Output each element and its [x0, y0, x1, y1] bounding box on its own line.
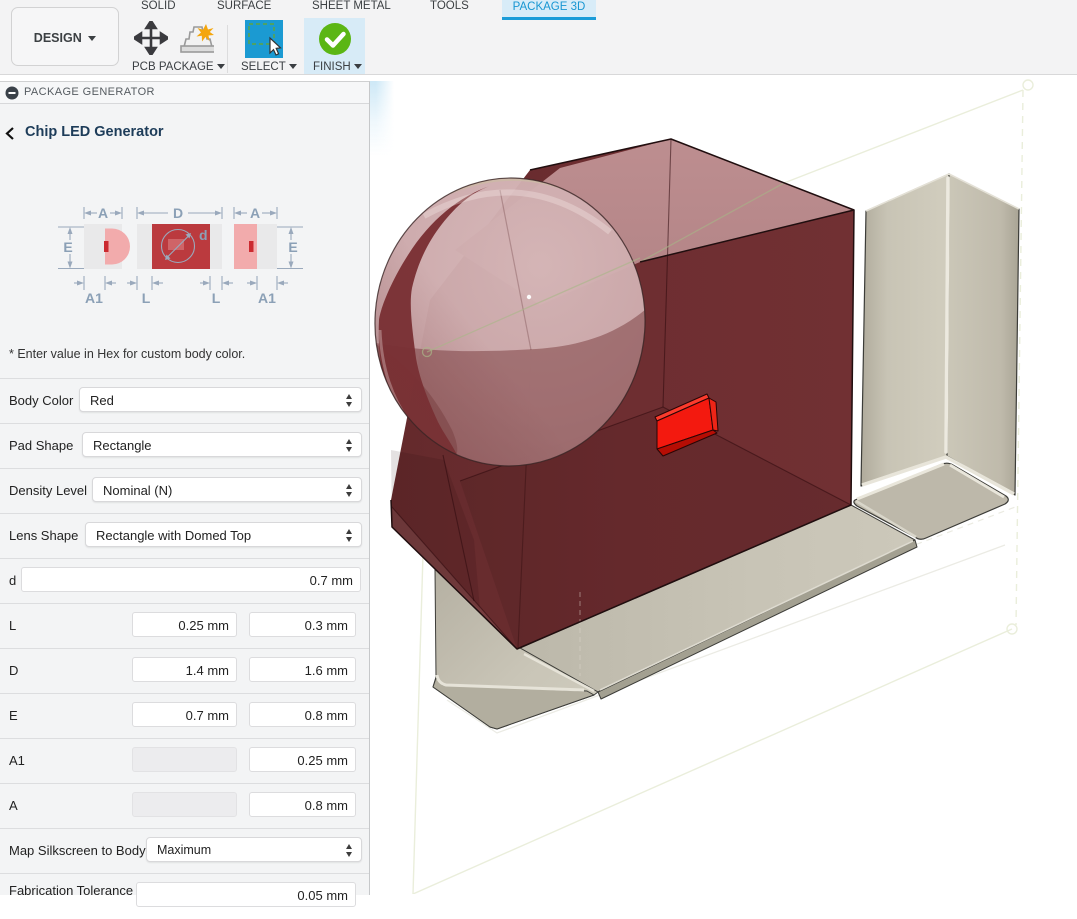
svg-text:A1: A1: [258, 290, 276, 306]
svg-text:A: A: [250, 205, 260, 221]
svg-text:D: D: [173, 205, 183, 221]
svg-text:L: L: [212, 290, 221, 306]
svg-text:L: L: [142, 290, 151, 306]
svg-text:A: A: [98, 205, 108, 221]
svg-text:E: E: [63, 239, 72, 255]
svg-text:E: E: [288, 239, 297, 255]
svg-text:A1: A1: [85, 290, 103, 306]
svg-text:d: d: [199, 227, 208, 243]
